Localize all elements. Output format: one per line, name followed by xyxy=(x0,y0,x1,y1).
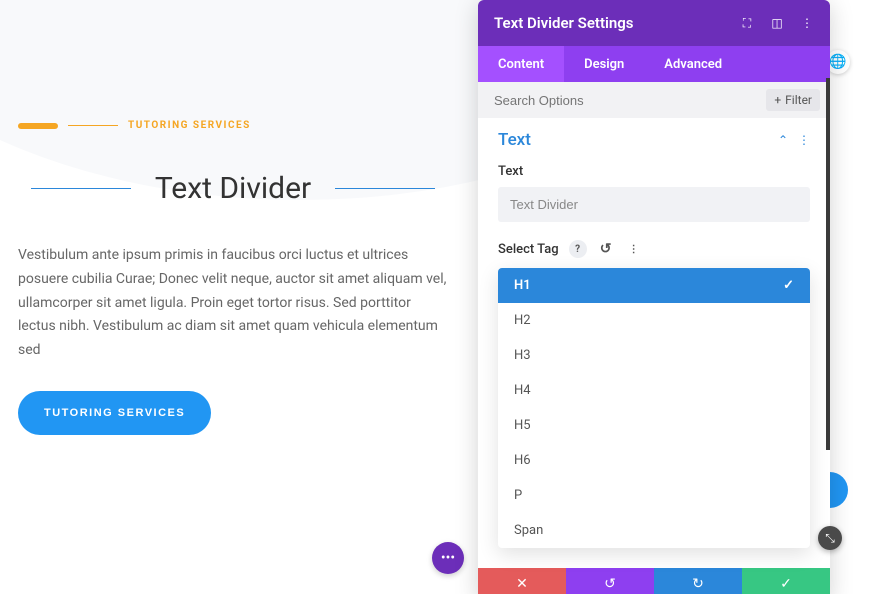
text-field[interactable] xyxy=(498,187,810,222)
eyebrow-bar xyxy=(18,123,58,129)
body-paragraph: Vestibulum ante ipsum primis in faucibus… xyxy=(18,244,448,363)
more-icon[interactable]: ⋮ xyxy=(800,16,814,30)
undo-button[interactable]: ↺ xyxy=(566,568,654,594)
eyebrow-line xyxy=(68,125,118,126)
dropdown-option-h4[interactable]: H4 xyxy=(498,373,810,408)
field-label-text: Text xyxy=(498,164,810,179)
save-button[interactable]: ✓ xyxy=(742,568,830,594)
redo-icon: ↻ xyxy=(692,576,704,592)
section-header-text[interactable]: Text ⌃ ⋮ xyxy=(498,130,810,150)
columns-icon[interactable]: ◫ xyxy=(770,16,784,30)
panel-title: Text Divider Settings xyxy=(494,14,634,32)
filter-button[interactable]: + Filter xyxy=(766,89,820,111)
eyebrow-text: TUTORING SERVICES xyxy=(128,120,251,131)
text-divider-module[interactable]: Text Divider xyxy=(18,171,448,206)
dots-icon: ••• xyxy=(441,550,455,566)
panel-header: Text Divider Settings ⛶ ◫ ⋮ xyxy=(478,0,830,46)
select-tag-dropdown: H1 ✓ H2 H3 H4 H5 H6 P Span xyxy=(498,268,810,548)
divider-line-left xyxy=(31,188,131,189)
section-title: Text xyxy=(498,130,531,150)
redo-button[interactable]: ↻ xyxy=(654,568,742,594)
dropdown-option-h3[interactable]: H3 xyxy=(498,338,810,373)
filter-label: Filter xyxy=(785,93,812,107)
tab-advanced[interactable]: Advanced xyxy=(644,46,742,82)
plus-icon: + xyxy=(774,93,781,107)
field-label-select-tag: Select Tag xyxy=(498,242,559,257)
tab-content[interactable]: Content xyxy=(478,46,564,82)
settings-panel: Text Divider Settings ⛶ ◫ ⋮ Content Desi… xyxy=(478,0,830,594)
dropdown-option-h2[interactable]: H2 xyxy=(498,303,810,338)
panel-header-actions: ⛶ ◫ ⋮ xyxy=(740,16,814,30)
search-input[interactable] xyxy=(494,93,766,108)
dropdown-option-h1[interactable]: H1 ✓ xyxy=(498,268,810,303)
help-icon[interactable]: ? xyxy=(569,240,587,258)
select-tag-row: Select Tag ? ↺ ⋮ xyxy=(498,240,810,258)
undo-icon: ↺ xyxy=(604,576,616,592)
check-icon: ✓ xyxy=(783,278,794,293)
more-icon[interactable]: ⋮ xyxy=(798,133,810,147)
dropdown-option-p[interactable]: P xyxy=(498,478,810,513)
dropdown-option-h6[interactable]: H6 xyxy=(498,443,810,478)
more-icon[interactable]: ⋮ xyxy=(625,240,643,258)
eyebrow: TUTORING SERVICES xyxy=(18,120,448,131)
panel-body: Text ⌃ ⋮ Text Select Tag ? ↺ ⋮ H1 ✓ H2 H… xyxy=(478,118,830,568)
section-actions: ⌃ ⋮ xyxy=(778,133,810,147)
option-label: H1 xyxy=(514,278,531,293)
dropdown-option-h5[interactable]: H5 xyxy=(498,408,810,443)
undo-icon[interactable]: ↺ xyxy=(597,240,615,258)
expand-icon[interactable]: ⛶ xyxy=(740,16,754,30)
page-content: TUTORING SERVICES Text Divider Vestibulu… xyxy=(18,120,448,435)
tab-design[interactable]: Design xyxy=(564,46,644,82)
dropdown-option-span[interactable]: Span xyxy=(498,513,810,548)
floating-action-button[interactable]: ••• xyxy=(432,542,464,574)
resize-icon: ⤡ xyxy=(825,531,835,546)
divider-line-right xyxy=(335,188,435,189)
divider-title: Text Divider xyxy=(155,171,311,206)
chevron-up-icon[interactable]: ⌃ xyxy=(778,133,788,147)
globe-icon: 🌐 xyxy=(829,54,846,70)
panel-footer: ✕ ↺ ↻ ✓ xyxy=(478,568,830,594)
search-row: + Filter xyxy=(478,82,830,118)
close-icon: ✕ xyxy=(516,576,528,592)
check-icon: ✓ xyxy=(780,576,792,592)
cta-button[interactable]: TUTORING SERVICES xyxy=(18,391,211,435)
cancel-button[interactable]: ✕ xyxy=(478,568,566,594)
panel-tabs: Content Design Advanced xyxy=(478,46,830,82)
resize-handle[interactable]: ⤡ xyxy=(818,526,842,550)
